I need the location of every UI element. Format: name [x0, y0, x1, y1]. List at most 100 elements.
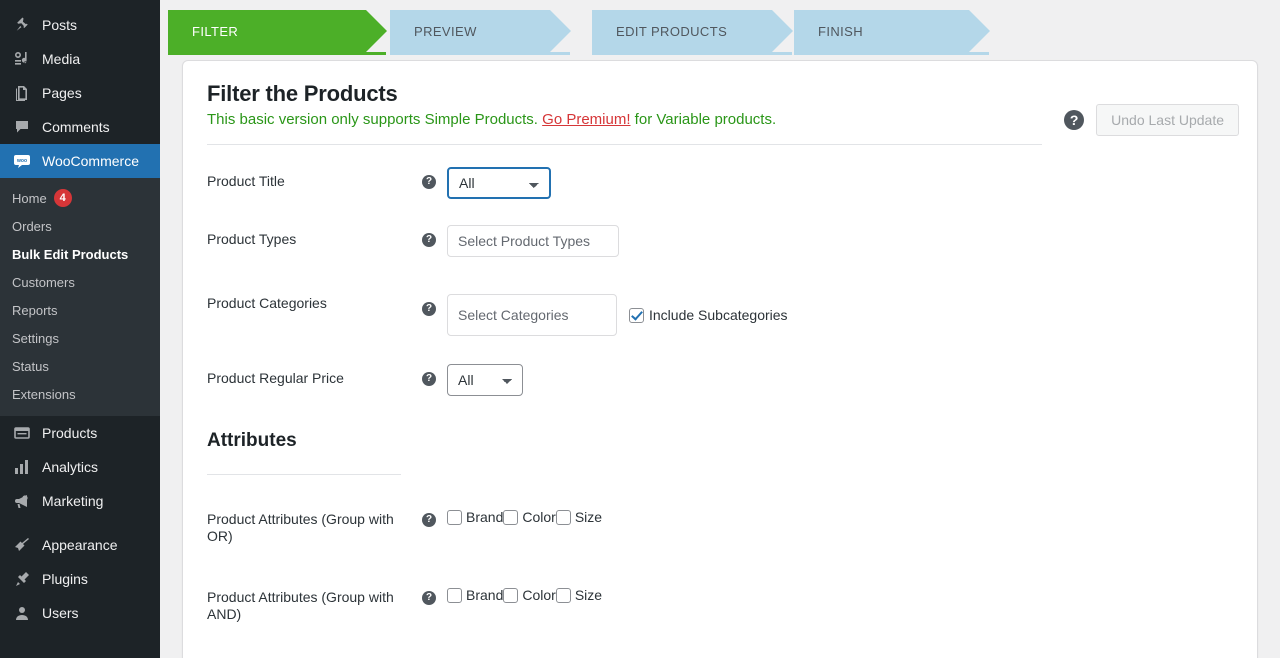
main-content: FILTER PREVIEW EDIT PRODUCTS FINISH Filt… — [160, 0, 1280, 658]
attribute-label: Brand — [466, 587, 504, 603]
product-categories-input[interactable] — [447, 294, 617, 336]
sidebar-item-users[interactable]: Users — [0, 596, 160, 630]
product-title-select[interactable]: All — [447, 167, 551, 199]
submenu-item-status[interactable]: Status — [0, 352, 160, 380]
header-divider — [207, 144, 1042, 145]
undo-last-update-button[interactable]: Undo Last Update — [1096, 104, 1239, 136]
sidebar-item-media[interactable]: Media — [0, 42, 160, 76]
attribute-label: Size — [574, 509, 603, 525]
step-underline — [168, 52, 386, 55]
product-types-input[interactable] — [447, 225, 619, 257]
submenu-item-label: Bulk Edit Products — [12, 246, 129, 262]
filter-form: Product Title ? All Product Types ? Sele… — [207, 167, 1233, 623]
filter-panel: Filter the Products This basic version o… — [182, 60, 1258, 658]
attribute-or-size: Size — [555, 509, 603, 525]
sidebar-item-appearance[interactable]: Appearance — [0, 528, 160, 562]
megaphone-icon — [12, 491, 32, 511]
field-label: Product Categories — [207, 295, 327, 311]
field-label: Product Title — [207, 173, 285, 189]
include-subcategories-field: Include Subcategories — [629, 307, 788, 323]
submenu-item-home[interactable]: Home 4 — [0, 184, 160, 212]
attributes-heading: Attributes — [207, 430, 297, 451]
sidebar-item-label: Pages — [42, 85, 82, 101]
go-premium-link[interactable]: Go Premium! — [542, 111, 630, 128]
attribute-and-color: Color — [503, 587, 556, 603]
help-circle-icon[interactable]: ? — [422, 372, 436, 386]
help-circle-icon[interactable]: ? — [1064, 110, 1085, 130]
attribute-and-size: Size — [555, 587, 603, 603]
attribute-and-brand-checkbox[interactable] — [447, 587, 462, 603]
help-circle-icon[interactable]: ? — [422, 591, 436, 605]
attributes-divider — [207, 474, 401, 475]
sidebar-item-posts[interactable]: Posts — [0, 8, 160, 42]
sidebar-top-menu: Posts Media Pages Comments — [0, 0, 160, 144]
row-product-categories: Product Categories ? Include Subcategori… — [207, 289, 1233, 336]
attribute-label: Size — [574, 587, 603, 603]
sidebar-item-plugins[interactable]: Plugins — [0, 562, 160, 596]
sidebar-item-pages[interactable]: Pages — [0, 76, 160, 110]
step-underline — [390, 52, 570, 55]
sidebar-item-products[interactable]: Products — [0, 416, 160, 450]
notice-text-after: for Variable products. — [630, 111, 777, 128]
user-icon — [12, 603, 32, 623]
sidebar-item-label: Comments — [42, 119, 110, 135]
sidebar-item-analytics[interactable]: Analytics — [0, 450, 160, 484]
field-label: Product Attributes (Group with AND) — [207, 589, 394, 622]
sidebar-item-marketing[interactable]: Marketing — [0, 484, 160, 518]
attribute-and-color-checkbox[interactable] — [503, 587, 519, 603]
step-filter[interactable]: FILTER — [168, 10, 387, 55]
sidebar-item-label: Plugins — [42, 571, 88, 587]
field-label: Product Types — [207, 231, 297, 247]
sidebar-item-comments[interactable]: Comments — [0, 110, 160, 144]
media-icon — [12, 49, 32, 69]
comment-icon — [12, 117, 32, 137]
step-edit-products[interactable]: EDIT PRODUCTS — [592, 10, 793, 55]
attribute-or-color-checkbox[interactable] — [503, 509, 519, 525]
include-subcategories-label: Include Subcategories — [649, 307, 788, 323]
sidebar-item-label: Analytics — [42, 459, 99, 475]
svg-text:woo: woo — [16, 158, 27, 164]
row-product-title: Product Title ? All — [207, 167, 1233, 199]
notice-text-before: This basic version only supports Simple … — [207, 111, 543, 128]
attribute-and-size-checkbox[interactable] — [555, 587, 571, 603]
analytics-icon — [12, 457, 32, 477]
submenu-item-extensions[interactable]: Extensions — [0, 380, 160, 408]
admin-screen: Posts Media Pages Comments woo WooCommer… — [0, 0, 1280, 658]
attribute-or-color: Color — [503, 509, 556, 525]
sidebar-item-label: Appearance — [42, 537, 118, 553]
submenu-item-settings[interactable]: Settings — [0, 324, 160, 352]
sidebar-item-label: Marketing — [42, 493, 104, 509]
step-preview[interactable]: PREVIEW — [390, 10, 571, 55]
include-subcategories-checkbox[interactable] — [629, 307, 644, 323]
submenu-item-label: Extensions — [12, 386, 76, 402]
submenu-item-orders[interactable]: Orders — [0, 212, 160, 240]
step-label: FILTER — [192, 23, 239, 39]
row-product-types: Product Types ? — [207, 225, 1233, 257]
brush-icon — [12, 535, 32, 555]
panel-actions: ? Undo Last Update — [1064, 104, 1239, 136]
step-finish[interactable]: FINISH — [794, 10, 990, 55]
attribute-label: Brand — [466, 509, 504, 525]
product-regular-price-select[interactable]: All — [447, 364, 523, 396]
row-attributes-or: Product Attributes (Group with OR) ? Bra… — [207, 509, 1233, 545]
submenu-item-customers[interactable]: Customers — [0, 268, 160, 296]
submenu-item-bulk-edit-products[interactable]: Bulk Edit Products — [0, 240, 160, 268]
sidebar-item-label: Users — [42, 605, 79, 621]
pages-icon — [12, 83, 32, 103]
submenu-item-label: Orders — [12, 218, 52, 234]
attribute-or-size-checkbox[interactable] — [555, 509, 571, 525]
attribute-label: Color — [522, 509, 556, 525]
sidebar-item-label: Media — [42, 51, 81, 67]
woocommerce-icon: woo — [12, 151, 32, 171]
help-circle-icon[interactable]: ? — [422, 513, 436, 527]
submenu-item-reports[interactable]: Reports — [0, 296, 160, 324]
sidebar-item-woocommerce[interactable]: woo WooCommerce — [0, 144, 168, 178]
sidebar-item-label: Products — [42, 425, 98, 441]
help-circle-icon[interactable]: ? — [422, 302, 436, 316]
row-product-regular-price: Product Regular Price ? All — [207, 364, 1233, 396]
admin-sidebar: Posts Media Pages Comments woo WooCommer… — [0, 0, 168, 658]
attribute-or-brand-checkbox[interactable] — [447, 509, 462, 525]
help-circle-icon[interactable]: ? — [422, 233, 436, 247]
help-circle-icon[interactable]: ? — [422, 175, 436, 189]
step-label: PREVIEW — [414, 23, 477, 39]
